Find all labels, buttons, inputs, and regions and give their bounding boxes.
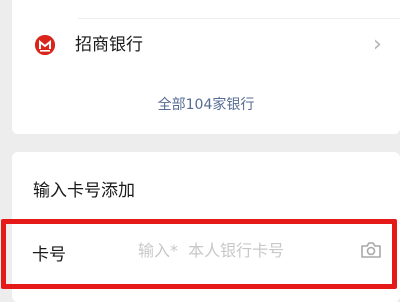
bank-row-cmb[interactable]: 招商银行 › — [12, 18, 400, 72]
highlight-box — [1, 219, 397, 289]
section-title: 输入卡号添加 — [33, 181, 135, 201]
all-banks-link[interactable]: 全部104家银行 — [12, 94, 400, 114]
cmb-logo-icon — [35, 35, 55, 55]
divider — [78, 18, 400, 19]
bank-list-card: 招商银行 › 全部104家银行 — [12, 0, 400, 134]
bank-name: 招商银行 — [75, 35, 143, 55]
chevron-right-icon: › — [373, 32, 382, 57]
